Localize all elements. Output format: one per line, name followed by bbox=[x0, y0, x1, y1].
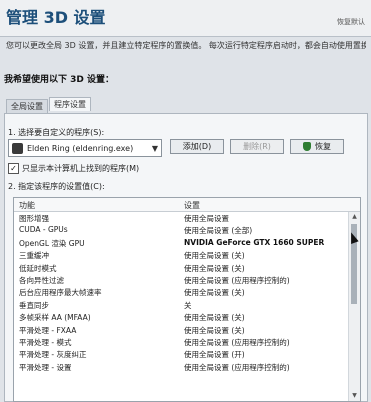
program-dropdown[interactable]: Elden Ring (eldenring.exe) ▼ bbox=[8, 139, 162, 157]
table-row[interactable]: 平滑处理 - 模式 使用全局设置 (应用程序控制的) bbox=[14, 336, 348, 348]
setting-cell[interactable]: 使用全局设置 (关) bbox=[184, 312, 245, 323]
add-program-button[interactable]: 添加(D) bbox=[170, 139, 224, 154]
setting-cell[interactable]: 使用全局设置 (开) bbox=[184, 349, 245, 360]
table-header: 功能 设置 bbox=[14, 198, 360, 212]
scroll-up-icon[interactable]: ▲ bbox=[349, 212, 360, 222]
game-icon bbox=[12, 142, 23, 154]
setting-cell[interactable]: 使用全局设置 (关) bbox=[184, 325, 245, 336]
delete-program-button[interactable]: 删除(R) bbox=[230, 139, 284, 154]
table-row[interactable]: 三重缓冲 使用全局设置 (关) bbox=[14, 249, 348, 261]
restore-program-label: 恢复 bbox=[315, 142, 331, 151]
feature-cell: 各向异性过滤 bbox=[19, 275, 64, 285]
feature-cell: 垂直同步 bbox=[19, 300, 49, 310]
table-row[interactable]: OpenGL 渲染 GPU NVIDIA GeForce GTX 1660 SUP… bbox=[14, 237, 348, 249]
table-row[interactable]: 多帧采样 AA (MFAA) 使用全局设置 (关) bbox=[14, 311, 348, 323]
feature-cell: CUDA - GPUs bbox=[19, 225, 68, 235]
settings-heading: 我希望使用以下 3D 设置： bbox=[4, 75, 115, 85]
feature-cell: 平滑处理 - 灰度纠正 bbox=[19, 350, 87, 360]
table-row[interactable]: 各向异性过滤 使用全局设置 (应用程序控制的) bbox=[14, 274, 348, 286]
feature-cell: 多帧采样 AA (MFAA) bbox=[19, 313, 91, 323]
tab-program-settings[interactable]: 程序设置 bbox=[49, 97, 91, 111]
feature-cell: 后台应用程序最大帧速率 bbox=[19, 288, 102, 298]
feature-cell: OpenGL 渲染 GPU bbox=[19, 238, 85, 248]
setting-cell[interactable]: 关 bbox=[184, 300, 192, 311]
chevron-down-icon[interactable]: ▼ bbox=[149, 144, 161, 153]
feature-cell: 平滑处理 - 模式 bbox=[19, 337, 72, 347]
column-header-setting: 设置 bbox=[184, 201, 200, 210]
feature-cell: 图形增强 bbox=[19, 214, 49, 223]
setting-cell[interactable]: 使用全局设置 (关) bbox=[184, 263, 245, 274]
shield-icon bbox=[303, 142, 311, 151]
table-row[interactable]: 图形增强 使用全局设置 bbox=[14, 212, 348, 224]
show-only-found-option[interactable]: ✓ 只显示本计算机上找到的程序(M) bbox=[8, 163, 139, 174]
restore-program-button[interactable]: 恢复 bbox=[290, 139, 344, 154]
setting-cell[interactable]: NVIDIA GeForce GTX 1660 SUPER bbox=[184, 238, 324, 247]
setting-cell[interactable]: 使用全局设置 (全部) bbox=[184, 225, 252, 236]
page-description: 您可以更改全局 3D 设置，并且建立特定程序的置换值。 每次运行特定程序启动时，… bbox=[6, 41, 366, 50]
settings-tabs: 全局设置 程序设置 bbox=[6, 97, 92, 113]
table-row[interactable]: 平滑处理 - 设置 使用全局设置 (应用程序控制的) bbox=[14, 361, 348, 373]
column-header-feature: 功能 bbox=[19, 201, 35, 210]
table-row[interactable]: 后台应用程序最大帧速率 使用全局设置 (关) bbox=[14, 286, 348, 298]
feature-cell: 低延时模式 bbox=[19, 263, 57, 273]
feature-cell: 三重缓冲 bbox=[19, 251, 49, 261]
feature-cell: 平滑处理 - FXAA bbox=[19, 325, 77, 335]
restore-defaults-link[interactable]: 恢复默认 bbox=[337, 17, 365, 27]
page-title: 管理 3D 设置 bbox=[6, 8, 106, 27]
show-only-found-label: 只显示本计算机上找到的程序(M) bbox=[22, 164, 140, 173]
table-row[interactable]: 垂直同步 关 bbox=[14, 299, 348, 311]
specify-settings-label: 2. 指定该程序的设置值(C): bbox=[8, 182, 105, 191]
show-only-found-checkbox[interactable]: ✓ bbox=[8, 163, 19, 174]
select-program-label: 1. 选择要自定义的程序(S): bbox=[8, 128, 105, 137]
setting-cell[interactable]: 使用全局设置 bbox=[184, 213, 229, 224]
tab-global-settings[interactable]: 全局设置 bbox=[6, 99, 48, 113]
setting-cell[interactable]: 使用全局设置 (应用程序控制的) bbox=[184, 337, 290, 348]
table-row[interactable]: 低延时模式 使用全局设置 (关) bbox=[14, 262, 348, 274]
table-row[interactable]: CUDA - GPUs 使用全局设置 (全部) bbox=[14, 224, 348, 236]
setting-cell[interactable]: 使用全局设置 (应用程序控制的) bbox=[184, 362, 290, 373]
setting-cell[interactable]: 使用全局设置 (应用程序控制的) bbox=[184, 275, 290, 286]
table-row[interactable]: 平滑处理 - FXAA 使用全局设置 (关) bbox=[14, 324, 348, 336]
feature-cell: 平滑处理 - 设置 bbox=[19, 362, 72, 372]
setting-cell[interactable]: 使用全局设置 (关) bbox=[184, 250, 245, 261]
selected-program: Elden Ring (eldenring.exe) bbox=[27, 143, 134, 153]
setting-cell[interactable]: 使用全局设置 (关) bbox=[184, 287, 245, 298]
settings-rows: 图形增强 使用全局设置 CUDA - GPUs 使用全局设置 (全部) OpenGL… bbox=[14, 212, 348, 373]
settings-table: 功能 设置 图形增强 使用全局设置 CUDA - GPUs 使用全局设置 (全部) … bbox=[13, 197, 361, 402]
table-row[interactable]: 平滑处理 - 灰度纠正 使用全局设置 (开) bbox=[14, 348, 348, 360]
